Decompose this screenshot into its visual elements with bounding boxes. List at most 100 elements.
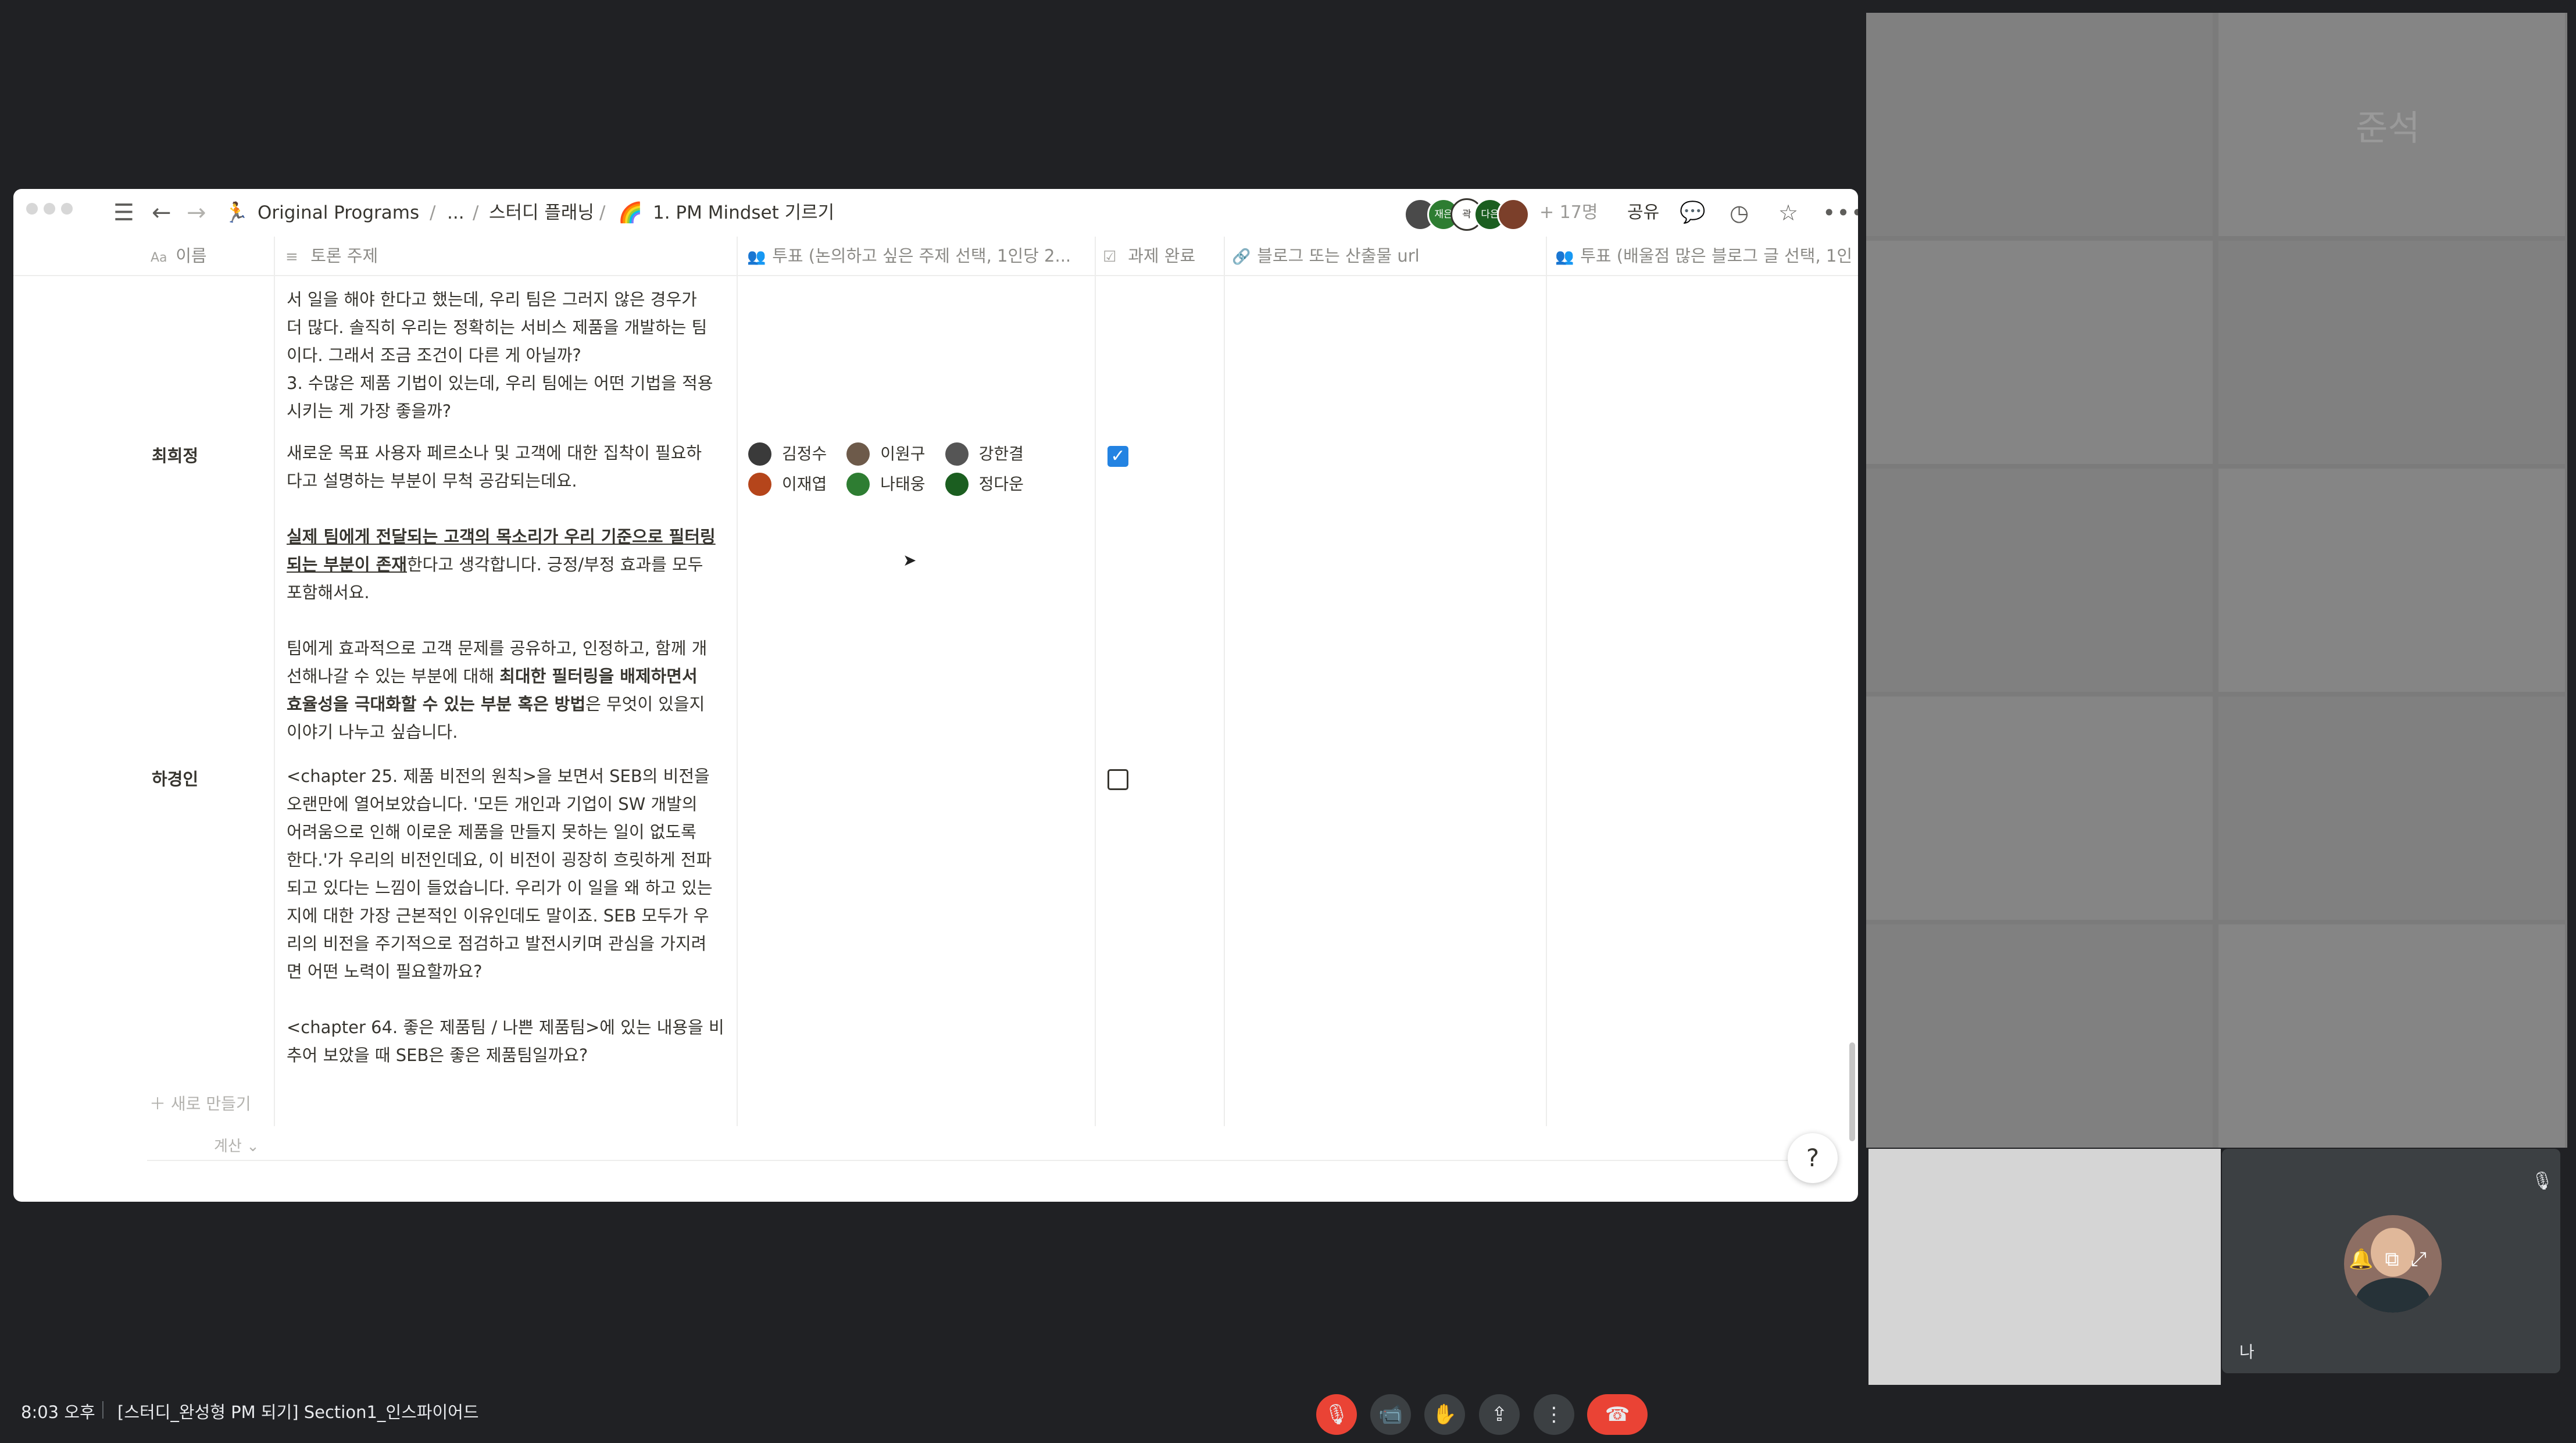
column-divider <box>274 237 275 1126</box>
bottom-divider <box>102 1401 103 1419</box>
camera-icon: 📹 <box>1378 1403 1403 1426</box>
favorite-star-icon[interactable]: ☆ <box>1778 189 1798 237</box>
leave-call-button[interactable]: ☎ <box>1587 1394 1648 1435</box>
breadcrumb-page[interactable]: 1. PM Mindset 기르기 <box>653 189 834 237</box>
back-arrow-icon[interactable]: ← <box>152 189 172 237</box>
column-divider <box>1095 237 1096 1126</box>
voter-avatar <box>846 473 870 496</box>
people-icon: 👥 <box>1555 248 1574 266</box>
topic-paragraph: 새로운 목표 사용자 페르소나 및 고객에 대한 집착이 필요하 다고 설명하는… <box>287 443 702 491</box>
participant-tile[interactable] <box>2218 924 2565 1148</box>
column-label: 투표 (논의하고 싶은 주제 선택, 1인당 2... <box>772 246 1071 266</box>
more-options-icon[interactable]: ••• <box>1823 189 1858 237</box>
history-clock-icon[interactable]: ◷ <box>1730 189 1749 237</box>
topic-cell-ha[interactable]: <chapter 25. 제품 비전의 원칙>을 보면서 SEB의 비전을 오랜… <box>287 762 746 1069</box>
self-tile-controls[interactable]: 🔔⧉⤢ <box>2344 1248 2443 1271</box>
column-divider <box>1224 237 1225 1126</box>
participant-tile[interactable] <box>2218 697 2565 920</box>
voter-avatar <box>748 473 771 496</box>
breadcrumb-workspace[interactable]: Original Programs <box>258 189 419 237</box>
done-checkbox-checked[interactable]: ✓ <box>1107 446 1128 467</box>
topic-cell-choi[interactable]: 새로운 목표 사용자 페르소나 및 고객에 대한 집착이 필요하 다고 설명하는… <box>287 439 746 746</box>
topic-paragraph: <chapter 64. 좋은 제품팀 / 나쁜 제품팀>에 있는 내용을 비 … <box>287 1017 724 1065</box>
breadcrumb-separator: / <box>473 202 479 223</box>
column-header-url[interactable]: 🔗 블로그 또는 산출물 url <box>1232 237 1552 275</box>
people-icon: 👥 <box>747 248 766 266</box>
voter-chip: 김정수 <box>748 439 827 469</box>
self-label: 나 <box>2239 1342 2255 1362</box>
camera-button[interactable]: 📹 <box>1370 1394 1411 1435</box>
breadcrumb-parent[interactable]: 스터디 플래닝 <box>489 189 594 237</box>
participant-tile[interactable] <box>2218 241 2565 464</box>
body-shape <box>2356 1278 2430 1313</box>
vertical-scrollbar[interactable] <box>1849 1042 1855 1141</box>
extra-collaborators-count[interactable]: + 17명 <box>1539 189 1598 237</box>
tile-watermark-text: 준석 <box>2356 108 2420 149</box>
chevron-down-icon: ⌄ <box>246 1138 259 1155</box>
topic-cell-partial[interactable]: 서 일을 해야 한다고 했는데, 우리 팀은 그러지 않은 경우가 더 많다. … <box>287 285 740 425</box>
voter-name: 정다운 <box>978 474 1024 494</box>
sidebar-menu-icon[interactable]: ☰ <box>113 189 134 237</box>
voter-avatar <box>945 442 969 466</box>
comment-icon[interactable]: 💬 <box>1680 189 1706 237</box>
column-header-done[interactable]: ☑ 과제 완료 <box>1103 237 1225 275</box>
voter-avatar <box>846 442 870 466</box>
participant-tile[interactable] <box>2218 469 2565 692</box>
rainbow-emoji-icon: 🌈 <box>618 201 643 224</box>
share-button[interactable]: 공유 <box>1627 189 1659 237</box>
column-header-vote[interactable]: 👥 투표 (논의하고 싶은 주제 선택, 1인당 2... <box>747 237 1096 275</box>
voter-chip: 정다운 <box>945 469 1024 499</box>
row-name-choi[interactable]: 최희정 <box>152 442 198 467</box>
avatar <box>1497 198 1530 231</box>
participant-tile[interactable] <box>1866 469 2213 692</box>
long-text-icon: ≡ <box>285 248 298 266</box>
calculate-button[interactable]: 계산 ⌄ <box>214 1134 259 1156</box>
mic-off-icon: 🎙 <box>1324 1403 1349 1426</box>
column-label: 과제 완료 <box>1128 246 1196 266</box>
voter-chip: 이재엽 <box>748 469 827 499</box>
column-header-topic[interactable]: ≡ 토론 주제 <box>285 237 751 275</box>
participant-tile[interactable] <box>1866 241 2213 464</box>
column-divider <box>1546 237 1547 1126</box>
more-options-button[interactable]: ⋮ <box>1534 1394 1574 1435</box>
forward-arrow-icon[interactable]: → <box>187 189 206 237</box>
workspace-emoji-icon: 🏃 <box>224 201 249 224</box>
raise-hand-button[interactable]: ✋ <box>1424 1394 1465 1435</box>
voter-chip: 강한결 <box>945 439 1024 469</box>
present-icon: ⇪ <box>1491 1403 1508 1426</box>
table-footer-divider <box>147 1160 1833 1161</box>
hangup-icon: ☎ <box>1605 1403 1630 1426</box>
topic-paragraph: 팀에게 효과적으로 고객 문제를 공유하고, 인정하고, 함께 개 선해나갈 수… <box>287 634 746 746</box>
help-button[interactable]: ? <box>1788 1133 1838 1183</box>
voter-avatar <box>945 473 969 496</box>
mouse-cursor-icon: ➤ <box>903 551 917 570</box>
self-view-tile[interactable]: 🎙 🔔⧉⤢ 나 <box>2222 1149 2560 1373</box>
done-checkbox-unchecked[interactable] <box>1107 769 1128 790</box>
mic-off-button[interactable]: 🎙 <box>1316 1394 1357 1435</box>
link-icon: 🔗 <box>1232 248 1251 266</box>
row-name-ha[interactable]: 하경인 <box>152 766 198 790</box>
column-label: 토론 주제 <box>310 246 378 266</box>
voter-chip: 나태웅 <box>846 469 926 499</box>
meeting-time: 8:03 오후 <box>21 1402 95 1422</box>
shared-notion-window: ☰ ← → 🏃 Original Programs / ... / 스터디 플래… <box>13 189 1858 1202</box>
text-type-icon: Aa <box>151 251 167 265</box>
new-row-button[interactable]: ＋ 새로 만들기 <box>149 1091 251 1115</box>
vote-cell-choi[interactable]: 김정수 이원구 강한결 이재엽 나태웅 정다운 <box>748 439 1097 499</box>
breadcrumb-ellipsis[interactable]: ... <box>447 189 465 237</box>
new-row-label: 새로 만들기 <box>170 1094 251 1113</box>
breadcrumb-separator: / <box>599 202 606 223</box>
voter-name: 이재엽 <box>782 474 827 494</box>
breadcrumb-separator: / <box>430 202 436 223</box>
checkbox-type-icon: ☑ <box>1103 248 1117 266</box>
column-header-vote2[interactable]: 👥 투표 (배울점 많은 블로그 글 선택, 1인 <box>1555 237 1857 275</box>
participant-tile[interactable] <box>1866 924 2213 1148</box>
column-header-name[interactable]: Aa 이름 <box>151 237 284 275</box>
present-screen-button[interactable]: ⇪ <box>1479 1394 1520 1435</box>
participant-tile[interactable] <box>1866 13 2213 236</box>
voter-chip: 이원구 <box>846 439 926 469</box>
topic-paragraph: <chapter 25. 제품 비전의 원칙>을 보면서 SEB의 비전을 오랜… <box>287 766 713 981</box>
table-header-row: Aa 이름 ≡ 토론 주제 👥 투표 (논의하고 싶은 주제 선택, 1인당 2… <box>13 237 1858 276</box>
column-label: 이름 <box>176 246 207 266</box>
participant-tile[interactable] <box>1866 697 2213 920</box>
